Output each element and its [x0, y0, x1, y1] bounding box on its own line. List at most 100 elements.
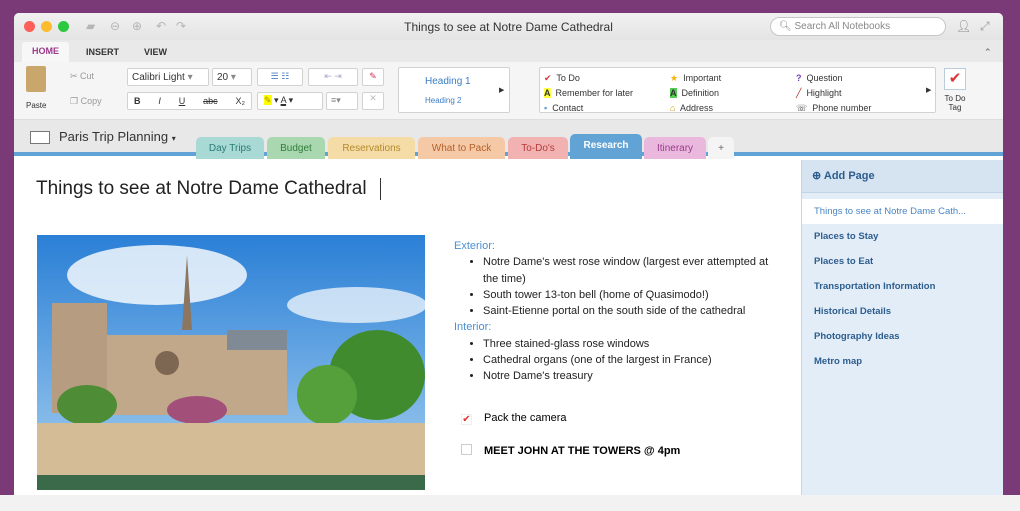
bold-button[interactable]: B — [134, 96, 141, 106]
list-item: Notre Dame's west rose window (largest e… — [483, 254, 784, 287]
copy-button[interactable]: ❐ Copy — [70, 96, 102, 107]
section-tab[interactable]: What to Pack — [418, 137, 505, 159]
tag-phone[interactable]: ☏ Phone number — [796, 101, 871, 116]
strikethrough-button[interactable]: abc — [203, 96, 218, 106]
notre-dame-photo — [37, 235, 425, 490]
section-tab[interactable]: Reservations — [328, 137, 415, 159]
notebook-icon — [30, 131, 50, 144]
list-item: Saint-Etienne portal on the south side o… — [483, 303, 784, 319]
search-input[interactable]: 🔍︎ Search All Notebooks — [770, 17, 946, 36]
font-color-button[interactable]: A — [281, 95, 287, 105]
list-item: South tower 13-ton bell (home of Quasimo… — [483, 287, 784, 303]
list-item: Cathedral organs (one of the largest in … — [483, 352, 784, 368]
style-heading-2[interactable]: Heading 2 — [425, 96, 461, 105]
bottom-strip — [0, 495, 1020, 511]
styles-gallery: Heading 1 Heading 2 ▶ — [398, 67, 510, 113]
yellow-a-icon: A — [544, 88, 551, 98]
tag-remember[interactable]: A Remember for later — [544, 86, 633, 101]
font-name-select[interactable]: Calibri Light ▾ — [127, 68, 209, 86]
format-buttons: B I U abc X₂ — [127, 92, 252, 110]
indent-buttons[interactable]: ⇤ ⇥ — [308, 68, 358, 86]
collapse-ribbon-icon[interactable]: ⌃ — [974, 43, 1002, 62]
page-list: ⊕ Add Page Things to see at Notre Dame C… — [801, 160, 1003, 495]
question-icon: ? — [796, 73, 802, 83]
section-tab[interactable]: Budget — [267, 137, 325, 159]
onenote-window: ▰ ⊖ ⊕ ↶ ↷ Things to see at Notre Dame Ca… — [14, 13, 1003, 495]
tag-to-do[interactable]: ✔ To Do — [544, 71, 633, 86]
star-icon: ★ — [670, 73, 679, 83]
title-bar: ▰ ⊖ ⊕ ↶ ↷ Things to see at Notre Dame Ca… — [14, 13, 1003, 40]
tab-home[interactable]: HOME — [22, 42, 69, 62]
checkmark-icon: ✔ — [544, 73, 552, 83]
subscript-button[interactable]: X₂ — [235, 96, 245, 106]
todo-item: MEET JOHN AT THE TOWERS @ 4pm — [461, 444, 680, 457]
tags-more-icon[interactable]: ▶ — [926, 86, 931, 94]
tags-col-3: ? Question ╱ Highlight ☏ Phone number — [796, 71, 871, 116]
styles-more-icon[interactable]: ▶ — [499, 86, 504, 94]
page-area: Things to see at Notre Dame Cathedral Ex… — [14, 160, 1003, 495]
tab-insert[interactable]: INSERT — [76, 43, 129, 61]
pen-icon: ╱ — [796, 88, 802, 98]
page-item[interactable]: Metro map — [802, 349, 1003, 374]
ribbon: Paste ✂ Cut ❐ Copy Calibri Light ▾ 20 ▾ … — [14, 62, 1003, 120]
todo-tag-checkbox-icon[interactable]: ✔ — [944, 68, 966, 90]
add-section-button[interactable]: + — [708, 137, 734, 159]
todo-checkbox-checked[interactable]: ✔ — [461, 414, 472, 425]
color-buttons: ✎ ▾ A ▾ — [257, 92, 323, 110]
list-buttons[interactable]: ☰ ☷ — [257, 68, 303, 86]
page-item[interactable]: Transportation Information — [802, 274, 1003, 299]
phone-icon: ☏ — [796, 103, 808, 113]
section-bar: Paris Trip Planning ▾ Day Trips Budget Res… — [14, 120, 1003, 159]
tag-address[interactable]: ⌂ Address — [670, 101, 721, 116]
house-icon: ⌂ — [670, 103, 676, 113]
style-heading-1[interactable]: Heading 1 — [425, 76, 471, 87]
list-item: Notre Dame's treasury — [483, 368, 784, 384]
paste-icon[interactable] — [26, 66, 46, 92]
italic-button[interactable]: I — [158, 96, 161, 106]
align-icon[interactable]: ≡▾ — [326, 92, 358, 110]
clear-format-icon[interactable]: ✎ — [362, 68, 384, 86]
page-title[interactable]: Things to see at Notre Dame Cathedral — [36, 178, 367, 200]
section-tab[interactable]: Research — [570, 134, 642, 159]
section-tab[interactable]: To-Do's — [508, 137, 568, 159]
todo-item: ✔ Pack the camera — [461, 412, 567, 425]
list-item: Three stained-glass rose windows — [483, 336, 784, 352]
font-size-select[interactable]: 20 ▾ — [212, 68, 252, 86]
page-item[interactable]: Historical Details — [802, 299, 1003, 324]
tag-important[interactable]: ★ Important — [670, 71, 721, 86]
green-a-icon: A — [670, 88, 677, 98]
tags-col-1: ✔ To Do A Remember for later ▪ Contact — [544, 71, 633, 116]
todo-checkbox[interactable] — [461, 444, 472, 455]
highlight-icon[interactable]: ✎ — [264, 95, 272, 105]
add-page-button[interactable]: ⊕ Add Page — [802, 160, 1003, 193]
search-placeholder: Search All Notebooks — [794, 21, 891, 32]
clear-icon[interactable]: ✕ — [362, 92, 384, 110]
search-icon: 🔍︎ — [779, 21, 795, 32]
contact-icon: ▪ — [544, 103, 548, 113]
text-cursor — [380, 178, 381, 200]
fullscreen-icon[interactable]: ⤢ — [980, 19, 990, 34]
tag-highlight[interactable]: ╱ Highlight — [796, 86, 871, 101]
tag-contact[interactable]: ▪ Contact — [544, 101, 633, 116]
share-user-icon[interactable]: 👤︎ — [956, 19, 971, 33]
scissors-icon: ✂ — [70, 71, 81, 81]
section-tab[interactable]: Day Trips — [196, 137, 264, 159]
page-item[interactable]: Places to Stay — [802, 224, 1003, 249]
section-tab[interactable]: Itinerary — [644, 137, 706, 159]
notes-outline[interactable]: Exterior: Notre Dame's west rose window … — [454, 238, 784, 385]
add-circle-icon: ⊕ — [812, 170, 822, 182]
tags-col-2: ★ Important A Definition ⌂ Address — [670, 71, 721, 116]
notebook-selector[interactable]: Paris Trip Planning ▾ — [59, 129, 176, 144]
paste-label[interactable]: Paste — [26, 101, 46, 110]
tab-view[interactable]: VIEW — [134, 43, 177, 61]
todo-tag-button[interactable]: To Do Tag — [939, 94, 971, 112]
tags-gallery: ✔ To Do A Remember for later ▪ Contact ★… — [539, 67, 936, 113]
tag-definition[interactable]: A Definition — [670, 86, 721, 101]
tag-question[interactable]: ? Question — [796, 71, 871, 86]
page-item-active[interactable]: Things to see at Notre Dame Cath... — [802, 199, 1003, 224]
exterior-heading: Exterior: — [454, 240, 495, 252]
cut-button[interactable]: ✂ Cut — [70, 71, 94, 82]
underline-button[interactable]: U — [179, 96, 186, 106]
page-item[interactable]: Places to Eat — [802, 249, 1003, 274]
page-item[interactable]: Photography Ideas — [802, 324, 1003, 349]
